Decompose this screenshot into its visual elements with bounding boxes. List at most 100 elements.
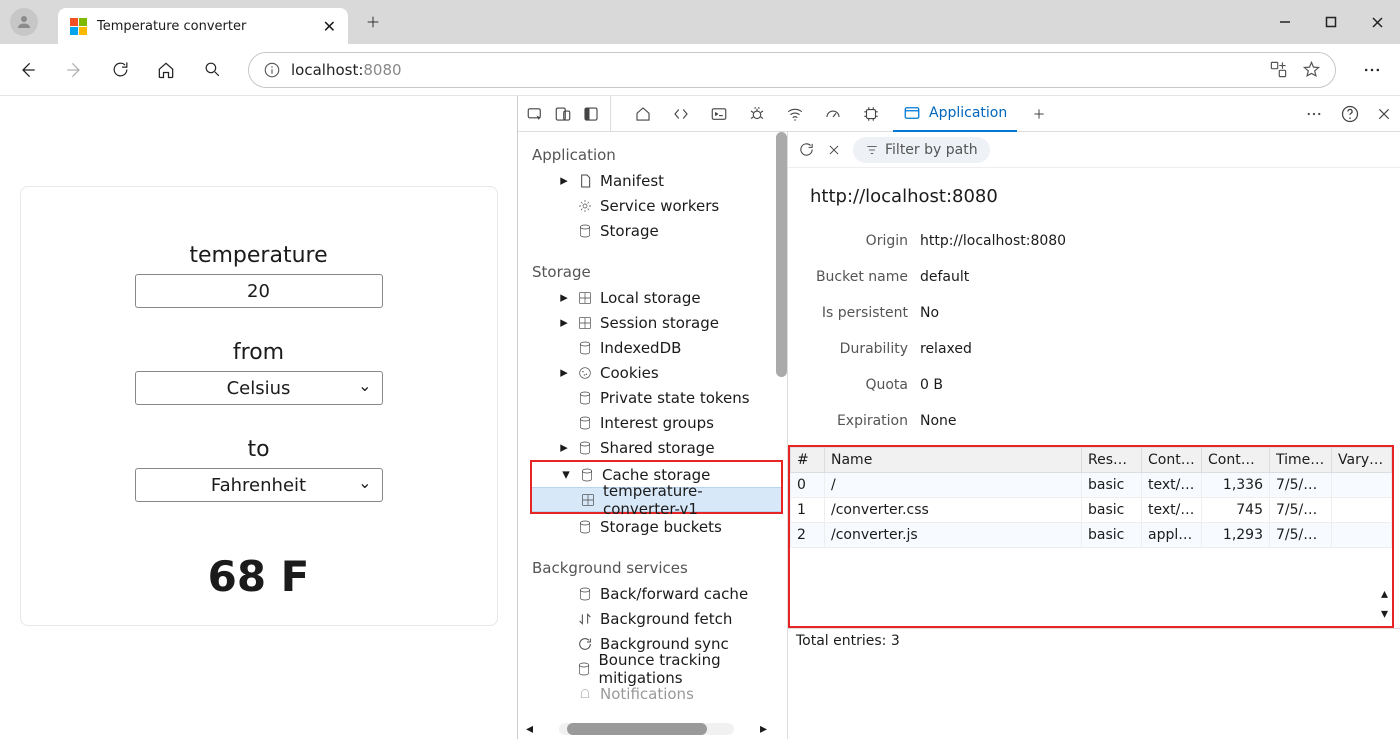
- info-icon[interactable]: [263, 61, 281, 79]
- col-content-type[interactable]: Cont…: [1142, 448, 1202, 473]
- sidebar-item-manifest[interactable]: ▸Manifest: [530, 168, 787, 193]
- more-tabs-button[interactable]: [1023, 96, 1055, 132]
- database-icon: [577, 390, 593, 406]
- col-time[interactable]: Time …: [1270, 448, 1332, 473]
- col-vary[interactable]: Vary …: [1332, 448, 1392, 473]
- sidebar-item-service-workers[interactable]: Service workers: [530, 193, 787, 218]
- forward-button[interactable]: [54, 50, 94, 90]
- sidebar-item-bounce[interactable]: Bounce tracking mitigations: [530, 656, 787, 681]
- menu-button[interactable]: [1352, 50, 1392, 90]
- application-sidebar[interactable]: Application ▸Manifest Service workers St…: [518, 132, 787, 739]
- tab-elements[interactable]: [665, 96, 697, 132]
- hscroll-track[interactable]: [559, 723, 734, 735]
- dock-icon[interactable]: [582, 105, 600, 123]
- database-icon: [577, 340, 593, 356]
- scroll-right-icon[interactable]: ▸: [760, 721, 767, 737]
- tab-sources[interactable]: [741, 96, 773, 132]
- col-index[interactable]: #: [791, 448, 825, 473]
- sidebar-item-bfcache[interactable]: Back/forward cache: [530, 581, 787, 606]
- sidebar-item-notifications[interactable]: Notifications: [530, 681, 787, 706]
- table-row[interactable]: 2/converter.jsbasicappli…1,2937/5/2…: [791, 523, 1392, 548]
- back-button[interactable]: [8, 50, 48, 90]
- section-application: Application: [526, 140, 787, 168]
- tab-close-icon[interactable]: ✕: [323, 17, 336, 36]
- bug-icon: [748, 105, 766, 123]
- tab-network[interactable]: [779, 96, 811, 132]
- grid-icon: [580, 492, 596, 508]
- cookie-icon: [577, 365, 593, 381]
- tab-application[interactable]: Application: [893, 96, 1017, 132]
- device-icon[interactable]: [554, 105, 572, 123]
- dots-icon: [1362, 60, 1382, 80]
- label-to: to: [247, 437, 269, 462]
- temperature-input[interactable]: 20: [135, 274, 383, 308]
- col-content-length[interactable]: Conte…: [1202, 448, 1270, 473]
- help-icon[interactable]: [1340, 104, 1360, 124]
- maximize-button[interactable]: [1308, 0, 1354, 44]
- table-scroll-down-icon[interactable]: ▾: [1381, 606, 1388, 622]
- more-icon[interactable]: [1304, 105, 1324, 123]
- close-button[interactable]: [1354, 0, 1400, 44]
- col-response[interactable]: Resp…: [1082, 448, 1142, 473]
- tab-console[interactable]: [703, 96, 735, 132]
- sidebar-item-session-storage[interactable]: ▸Session storage: [530, 310, 787, 335]
- table-row[interactable]: 0/basictext/…1,3367/5/2…: [791, 473, 1392, 498]
- search-button[interactable]: [192, 50, 232, 90]
- bell-icon: [577, 686, 593, 702]
- sidebar-item-cache-entry[interactable]: temperature-converter-v1: [532, 487, 781, 512]
- sidebar-item-cookies[interactable]: ▸Cookies: [530, 360, 787, 385]
- scroll-left-icon[interactable]: ◂: [526, 721, 533, 737]
- sidebar-item-bg-fetch[interactable]: Background fetch: [530, 606, 787, 631]
- plus-icon: [1031, 106, 1047, 122]
- database-icon: [577, 519, 593, 535]
- clear-icon[interactable]: [827, 143, 841, 157]
- new-tab-button[interactable]: [356, 5, 390, 39]
- refresh-icon[interactable]: [798, 141, 815, 158]
- sidebar-item-indexeddb[interactable]: IndexedDB: [530, 335, 787, 360]
- devtools-close-icon[interactable]: [1376, 106, 1392, 122]
- sidebar-item-local-storage[interactable]: ▸Local storage: [530, 285, 787, 310]
- sidebar-scrollbar[interactable]: [776, 132, 787, 377]
- inspect-icon[interactable]: [526, 105, 544, 123]
- cache-properties: Originhttp://localhost:8080 Bucket named…: [788, 223, 1400, 439]
- tab-memory[interactable]: [855, 96, 887, 132]
- home-icon: [634, 105, 652, 123]
- home-button[interactable]: [146, 50, 186, 90]
- reload-button[interactable]: [100, 50, 140, 90]
- search-icon: [203, 60, 222, 79]
- address-bar[interactable]: localhost:8080: [248, 52, 1336, 88]
- to-select[interactable]: Fahrenheit: [135, 468, 383, 502]
- section-bg-services: Background services: [526, 553, 787, 581]
- database-icon: [576, 661, 592, 677]
- converter-card: temperature 20 from Celsius to Fahrenhei…: [20, 186, 498, 626]
- reload-icon: [111, 60, 130, 79]
- tab-title: Temperature converter: [97, 19, 313, 34]
- table-scroll-up-icon[interactable]: ▴: [1381, 586, 1388, 602]
- grid-icon: [577, 315, 593, 331]
- cache-toolbar: Filter by path: [788, 132, 1400, 168]
- database-icon: [577, 586, 593, 602]
- sidebar-item-storage-buckets[interactable]: Storage buckets: [530, 514, 787, 539]
- favorite-icon[interactable]: [1302, 60, 1321, 79]
- tab-performance[interactable]: [817, 96, 849, 132]
- hscroll-thumb[interactable]: [567, 723, 707, 735]
- cache-table: # Name Resp… Cont… Conte… Time … Vary … …: [790, 447, 1392, 548]
- sidebar-item-interest-groups[interactable]: Interest groups: [530, 410, 787, 435]
- highlight-cache-storage: ▾Cache storage temperature-converter-v1: [530, 460, 783, 514]
- minimize-button[interactable]: [1262, 0, 1308, 44]
- sidebar-item-private-tokens[interactable]: Private state tokens: [530, 385, 787, 410]
- rendered-page: temperature 20 from Celsius to Fahrenhei…: [0, 96, 517, 739]
- chip-icon: [862, 105, 880, 123]
- result-text: 68 F: [208, 552, 310, 601]
- browser-tab[interactable]: Temperature converter ✕: [58, 8, 348, 44]
- tab-welcome[interactable]: [627, 96, 659, 132]
- extensions-icon[interactable]: [1269, 60, 1288, 79]
- profile-avatar[interactable]: [10, 8, 38, 36]
- col-name[interactable]: Name: [825, 448, 1082, 473]
- filter-input[interactable]: Filter by path: [853, 137, 990, 163]
- table-row[interactable]: 1/converter.cssbasictext/c…7457/5/2…: [791, 498, 1392, 523]
- code-icon: [671, 105, 691, 123]
- sidebar-item-shared-storage[interactable]: ▸Shared storage: [530, 435, 787, 460]
- from-select[interactable]: Celsius: [135, 371, 383, 405]
- sidebar-item-storage[interactable]: Storage: [530, 218, 787, 243]
